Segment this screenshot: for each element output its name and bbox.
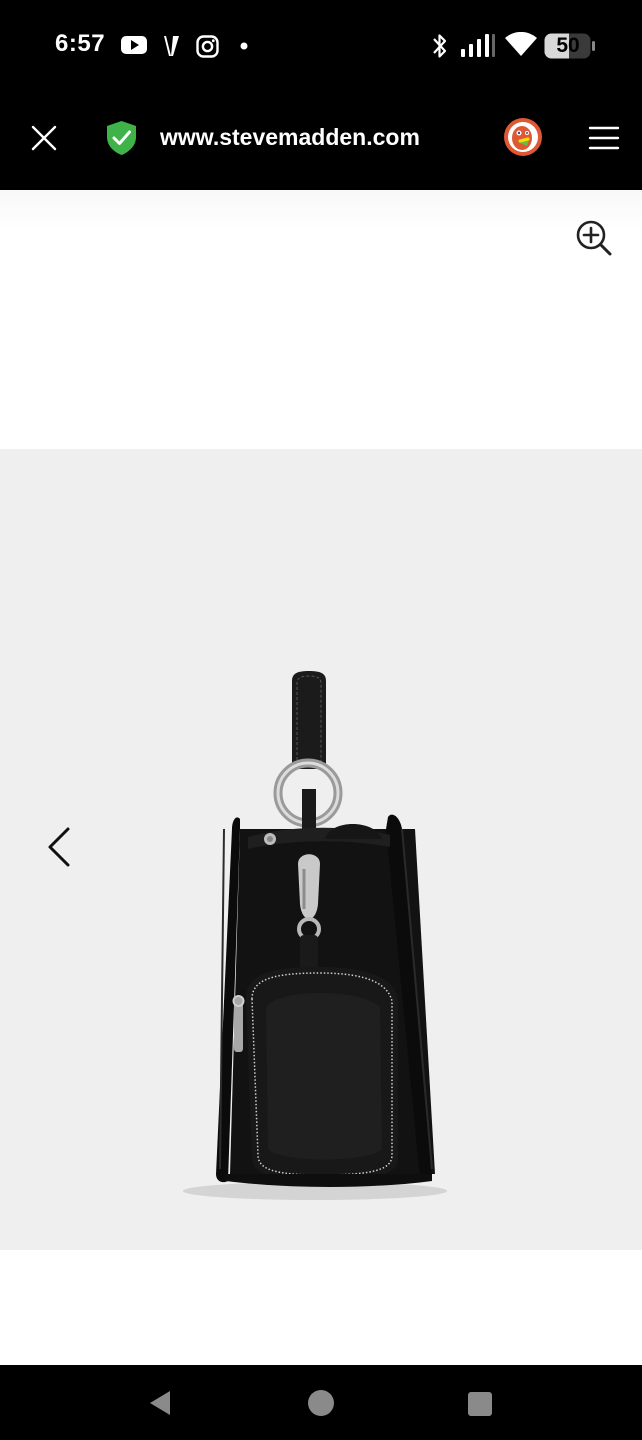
home-icon[interactable] [307,1389,335,1417]
gallery-header [0,190,642,449]
shield-check-icon[interactable] [105,120,138,156]
gallery-footer [0,1250,642,1365]
bluetooth-icon [433,34,447,58]
chevron-left-icon[interactable] [40,825,76,869]
zoom-in-icon[interactable] [574,218,614,258]
web-content [0,190,642,1365]
signal-icon [461,34,495,57]
close-icon[interactable] [30,124,58,152]
instagram-icon [196,35,219,58]
v-app-icon [164,36,179,56]
status-bar: 6:57 50 [0,0,642,92]
back-icon[interactable] [146,1389,174,1417]
duckduckgo-icon[interactable] [503,117,543,157]
product-image-gallery[interactable] [0,449,642,1250]
wifi-icon [505,32,537,56]
product-image [183,671,447,1200]
menu-icon[interactable] [588,125,620,151]
browser-toolbar: www.stevemadden.com [0,92,642,190]
battery-level: 50 [556,34,580,57]
url-bar[interactable]: www.stevemadden.com [160,124,420,151]
system-nav-bar [0,1365,642,1440]
dot-icon [240,42,248,50]
youtube-icon [121,36,147,54]
status-time: 6:57 [55,30,106,57]
recents-icon[interactable] [467,1391,493,1417]
